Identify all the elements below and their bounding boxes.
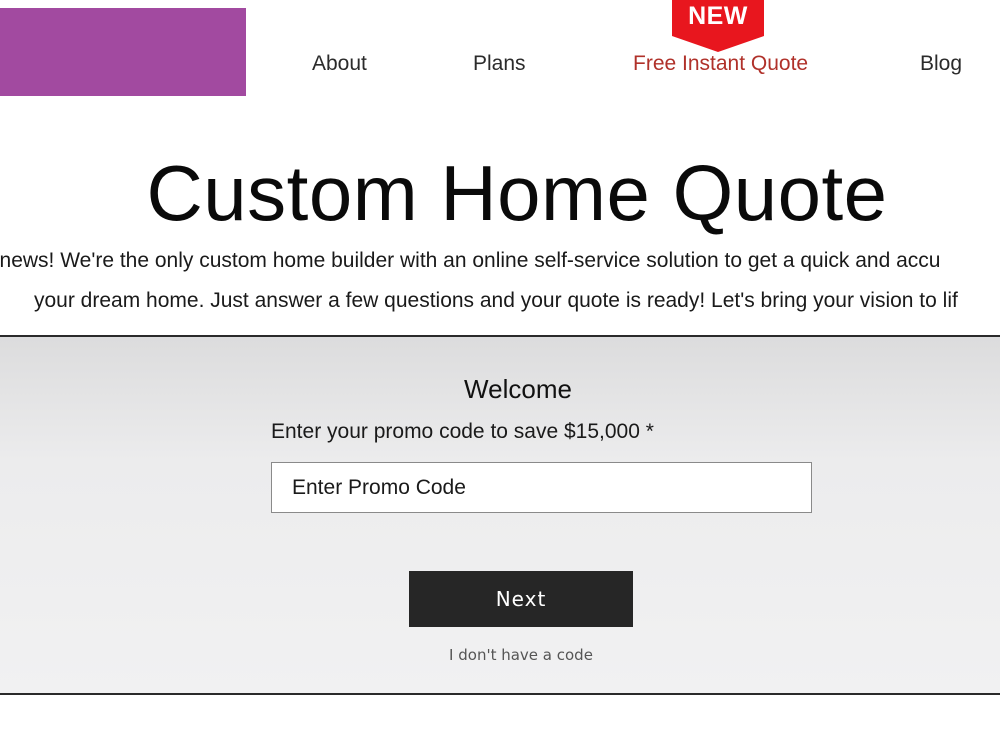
new-badge-label: NEW xyxy=(688,2,748,30)
page: About Plans NEW Free Instant Quote Blog … xyxy=(0,0,1000,749)
nav-free-instant-quote-link[interactable]: Free Instant Quote xyxy=(633,52,808,76)
intro-text-line-2: your dream home. Just answer a few quest… xyxy=(34,289,958,312)
new-badge: NEW xyxy=(672,0,764,52)
nav-plans-link[interactable]: Plans xyxy=(473,52,526,76)
form-heading: Welcome xyxy=(464,374,572,404)
intro-text-line-1: g news! We're the only custom home build… xyxy=(0,249,941,272)
next-button[interactable]: Next xyxy=(409,571,633,627)
page-title: Custom Home Quote xyxy=(146,149,888,237)
promo-code-input[interactable] xyxy=(271,462,812,513)
promo-code-label: Enter your promo code to save $15,000 * xyxy=(271,420,654,443)
site-logo[interactable] xyxy=(0,8,246,96)
nav-about-link[interactable]: About xyxy=(312,52,367,76)
no-code-link[interactable]: I don't have a code xyxy=(0,646,1000,664)
nav-blog-link[interactable]: Blog xyxy=(920,52,962,76)
